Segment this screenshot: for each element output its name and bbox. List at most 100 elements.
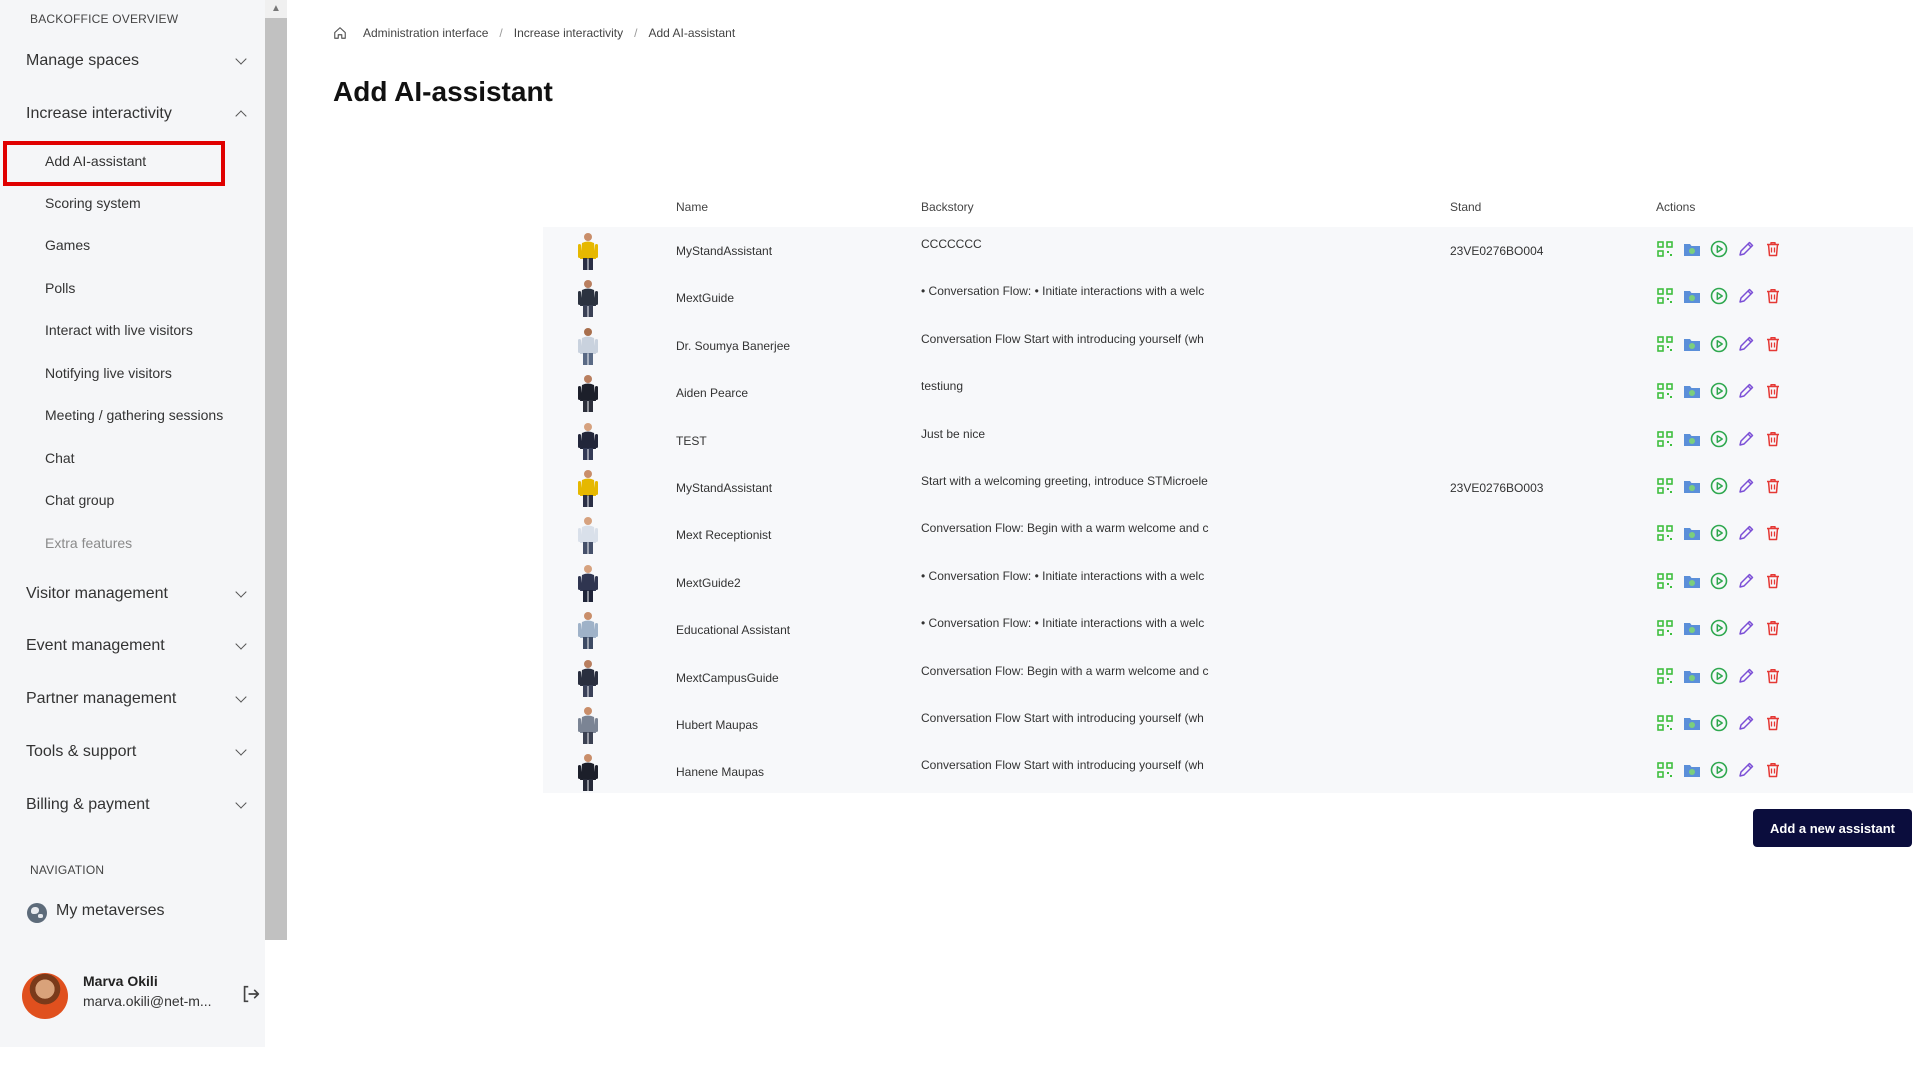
sidebar-group-increase-interactivity[interactable]: Increase interactivity: [26, 102, 246, 126]
play-icon[interactable]: [1710, 572, 1728, 595]
sidebar-item-notifying-live-visitors[interactable]: Notifying live visitors: [45, 365, 172, 381]
delete-icon[interactable]: [1764, 287, 1782, 310]
edit-icon[interactable]: [1737, 761, 1755, 784]
breadcrumb-item[interactable]: Increase interactivity: [514, 26, 623, 40]
sidebar-item-chat-group[interactable]: Chat group: [45, 492, 114, 508]
chevron-down-icon: [236, 56, 246, 66]
chevron-down-icon: [236, 747, 246, 757]
qr-code-icon[interactable]: [1656, 335, 1674, 358]
delete-icon[interactable]: [1764, 572, 1782, 595]
folder-image-icon[interactable]: [1683, 761, 1701, 784]
user-name: Marva Okili: [83, 973, 158, 989]
edit-icon[interactable]: [1737, 667, 1755, 690]
assistant-avatar: [578, 517, 598, 555]
edit-icon[interactable]: [1737, 335, 1755, 358]
folder-image-icon[interactable]: [1683, 619, 1701, 642]
delete-icon[interactable]: [1764, 714, 1782, 737]
row-actions: [1656, 572, 1782, 595]
edit-icon[interactable]: [1737, 240, 1755, 263]
sidebar-item-chat[interactable]: Chat: [45, 450, 75, 466]
qr-code-icon[interactable]: [1656, 382, 1674, 405]
sidebar-group-partner-management[interactable]: Partner management: [26, 687, 246, 711]
qr-code-icon[interactable]: [1656, 714, 1674, 737]
sidebar-group-visitor-management[interactable]: Visitor management: [26, 582, 246, 606]
folder-image-icon[interactable]: [1683, 240, 1701, 263]
sidebar-group-event-management[interactable]: Event management: [26, 634, 246, 658]
folder-image-icon[interactable]: [1683, 714, 1701, 737]
play-icon[interactable]: [1710, 430, 1728, 453]
play-icon[interactable]: [1710, 477, 1728, 500]
play-icon[interactable]: [1710, 619, 1728, 642]
edit-icon[interactable]: [1737, 572, 1755, 595]
sidebar-item-meeting-sessions[interactable]: Meeting / gathering sessions: [45, 407, 223, 423]
sidebar-scrollbar[interactable]: ▲: [265, 0, 287, 940]
sidebar-item-polls[interactable]: Polls: [45, 280, 75, 296]
play-icon[interactable]: [1710, 335, 1728, 358]
edit-icon[interactable]: [1737, 619, 1755, 642]
row-actions: [1656, 714, 1782, 737]
folder-image-icon[interactable]: [1683, 667, 1701, 690]
folder-image-icon[interactable]: [1683, 382, 1701, 405]
delete-icon[interactable]: [1764, 240, 1782, 263]
assistant-avatar: [578, 327, 598, 365]
qr-code-icon[interactable]: [1656, 240, 1674, 263]
delete-icon[interactable]: [1764, 667, 1782, 690]
qr-code-icon[interactable]: [1656, 287, 1674, 310]
folder-image-icon[interactable]: [1683, 572, 1701, 595]
delete-icon[interactable]: [1764, 382, 1782, 405]
edit-icon[interactable]: [1737, 430, 1755, 453]
play-icon[interactable]: [1710, 287, 1728, 310]
sidebar-item-my-metaverses[interactable]: My metaverses: [56, 902, 164, 920]
edit-icon[interactable]: [1737, 714, 1755, 737]
table-row: Hanene Maupas Conversation Flow Start wi…: [543, 748, 1913, 795]
qr-code-icon[interactable]: [1656, 430, 1674, 453]
delete-icon[interactable]: [1764, 477, 1782, 500]
qr-code-icon[interactable]: [1656, 667, 1674, 690]
play-icon[interactable]: [1710, 382, 1728, 405]
sidebar-item-interact-live-visitors[interactable]: Interact with live visitors: [45, 322, 193, 338]
edit-icon[interactable]: [1737, 382, 1755, 405]
qr-code-icon[interactable]: [1656, 619, 1674, 642]
sidebar-group-tools-support[interactable]: Tools & support: [26, 740, 246, 764]
play-icon[interactable]: [1710, 667, 1728, 690]
scroll-up-arrow-icon[interactable]: ▲: [265, 0, 287, 18]
sidebar-item-scoring-system[interactable]: Scoring system: [45, 195, 141, 211]
qr-code-icon[interactable]: [1656, 477, 1674, 500]
delete-icon[interactable]: [1764, 619, 1782, 642]
breadcrumb: Administration interface / Increase inte…: [333, 26, 735, 40]
breadcrumb-item[interactable]: Administration interface: [363, 26, 488, 40]
assistant-avatar: [578, 754, 598, 792]
edit-icon[interactable]: [1737, 287, 1755, 310]
qr-code-icon[interactable]: [1656, 524, 1674, 547]
sidebar-item-games[interactable]: Games: [45, 237, 90, 253]
play-icon[interactable]: [1710, 524, 1728, 547]
assistant-backstory: • Conversation Flow: • Initiate interact…: [921, 284, 1205, 299]
folder-image-icon[interactable]: [1683, 287, 1701, 310]
delete-icon[interactable]: [1764, 524, 1782, 547]
play-icon[interactable]: [1710, 714, 1728, 737]
folder-image-icon[interactable]: [1683, 430, 1701, 453]
folder-image-icon[interactable]: [1683, 335, 1701, 358]
chevron-down-icon: [236, 641, 246, 651]
assistant-name: Mext Receptionist: [676, 528, 772, 543]
delete-icon[interactable]: [1764, 430, 1782, 453]
play-icon[interactable]: [1710, 240, 1728, 263]
sidebar-group-billing-payment[interactable]: Billing & payment: [26, 793, 246, 817]
add-new-assistant-button[interactable]: Add a new assistant: [1753, 809, 1912, 847]
breadcrumb-separator: /: [499, 26, 503, 40]
edit-icon[interactable]: [1737, 524, 1755, 547]
sidebar-group-manage-spaces[interactable]: Manage spaces: [26, 49, 246, 73]
delete-icon[interactable]: [1764, 761, 1782, 784]
folder-image-icon[interactable]: [1683, 524, 1701, 547]
qr-code-icon[interactable]: [1656, 761, 1674, 784]
sidebar-item-extra-features[interactable]: Extra features: [45, 535, 132, 551]
folder-image-icon[interactable]: [1683, 477, 1701, 500]
qr-code-icon[interactable]: [1656, 572, 1674, 595]
delete-icon[interactable]: [1764, 335, 1782, 358]
home-icon[interactable]: [333, 26, 347, 40]
play-icon[interactable]: [1710, 761, 1728, 784]
table-row: MextGuide2 • Conversation Flow: • Initia…: [543, 559, 1913, 606]
edit-icon[interactable]: [1737, 477, 1755, 500]
scrollbar-thumb[interactable]: [265, 18, 287, 940]
logout-icon[interactable]: [240, 983, 262, 1005]
